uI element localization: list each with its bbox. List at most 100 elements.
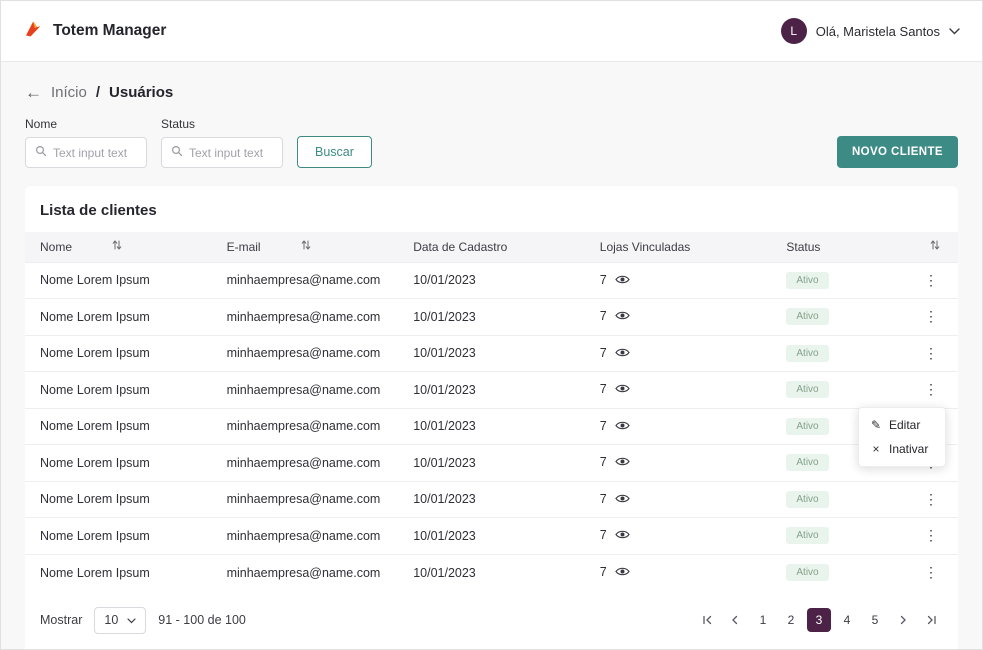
eye-icon[interactable] <box>615 420 630 434</box>
logo-icon <box>23 19 43 44</box>
card-title: Lista de clientes <box>25 186 958 232</box>
chevron-down-icon <box>127 613 136 627</box>
cell-data-cadastro: 10/01/2023 <box>398 554 585 591</box>
kebab-menu-icon[interactable]: ⋮ <box>924 381 938 397</box>
cell-email: minhaempresa@name.com <box>212 262 399 299</box>
cell-email: minhaempresa@name.com <box>212 299 399 336</box>
cell-nome: Nome Lorem Ipsum <box>25 481 212 518</box>
kebab-menu-icon[interactable]: ⋮ <box>924 564 938 580</box>
avatar: L <box>781 18 807 44</box>
cell-lojas: 7 <box>585 299 772 336</box>
next-page-button[interactable] <box>891 608 915 632</box>
column-header-lojas: Lojas Vinculadas <box>585 232 772 262</box>
cell-status: Ativo <box>771 335 911 372</box>
nome-filter-label: Nome <box>25 117 147 131</box>
eye-icon[interactable] <box>615 383 630 397</box>
buscar-button[interactable]: Buscar <box>297 136 372 168</box>
cell-nome: Nome Lorem Ipsum <box>25 335 212 372</box>
page-button[interactable]: 1 <box>751 608 775 632</box>
kebab-menu-icon[interactable]: ⋮ <box>924 491 938 507</box>
cell-status: Ativo <box>771 554 911 591</box>
cell-email: minhaempresa@name.com <box>212 518 399 555</box>
search-icon <box>171 144 183 162</box>
brand: Totem Manager <box>23 19 166 44</box>
filter-bar: Nome Status Buscar NOVO CLIENTE <box>25 117 958 168</box>
eye-icon[interactable] <box>615 310 630 324</box>
first-page-button[interactable] <box>695 608 719 632</box>
cell-email: minhaempresa@name.com <box>212 372 399 409</box>
cell-actions: ⋮ <box>911 372 958 409</box>
novo-cliente-button[interactable]: NOVO CLIENTE <box>837 136 958 168</box>
sort-icon[interactable] <box>301 239 311 254</box>
kebab-menu-icon[interactable]: ⋮ <box>924 308 938 324</box>
eye-icon[interactable] <box>615 274 630 288</box>
status-badge: Ativo <box>786 564 828 581</box>
breadcrumb-separator: / <box>96 84 100 101</box>
close-icon: × <box>870 442 882 456</box>
cell-status: Ativo <box>771 518 911 555</box>
user-menu[interactable]: L Olá, Maristela Santos <box>781 18 960 44</box>
page-button[interactable]: 4 <box>835 608 859 632</box>
table-row: Nome Lorem Ipsum minhaempresa@name.com 1… <box>25 518 958 555</box>
last-page-button[interactable] <box>919 608 943 632</box>
sort-icon[interactable] <box>112 239 122 254</box>
page-button[interactable]: 3 <box>807 608 831 632</box>
eye-icon[interactable] <box>615 493 630 507</box>
cell-nome: Nome Lorem Ipsum <box>25 554 212 591</box>
cell-data-cadastro: 10/01/2023 <box>398 445 585 482</box>
cell-status: Ativo <box>771 262 911 299</box>
page-button[interactable]: 5 <box>863 608 887 632</box>
cell-lojas: 7 <box>585 408 772 445</box>
table-row: Nome Lorem Ipsum minhaempresa@name.com 1… <box>25 299 958 336</box>
chevron-down-icon <box>949 22 960 40</box>
menu-item-editar[interactable]: ✎ Editar <box>859 413 945 437</box>
cell-lojas: 7 <box>585 335 772 372</box>
cell-lojas: 7 <box>585 554 772 591</box>
cell-data-cadastro: 10/01/2023 <box>398 335 585 372</box>
per-page-select[interactable]: 10 <box>94 607 146 634</box>
column-header-data-cadastro: Data de Cadastro <box>398 232 585 262</box>
nome-filter-field: Nome <box>25 117 147 168</box>
cell-data-cadastro: 10/01/2023 <box>398 481 585 518</box>
cell-status: Ativo <box>771 481 911 518</box>
cell-email: minhaempresa@name.com <box>212 335 399 372</box>
prev-page-button[interactable] <box>723 608 747 632</box>
nome-filter-input[interactable] <box>53 146 137 160</box>
kebab-menu-icon[interactable]: ⋮ <box>924 345 938 361</box>
column-header-nome[interactable]: Nome <box>25 232 212 262</box>
cell-data-cadastro: 10/01/2023 <box>398 408 585 445</box>
cell-actions: ⋮ <box>911 335 958 372</box>
kebab-menu-icon[interactable]: ⋮ <box>924 272 938 288</box>
kebab-menu-icon[interactable]: ⋮ <box>924 527 938 543</box>
status-badge: Ativo <box>786 308 828 325</box>
app-window: Totem Manager L Olá, Maristela Santos ← … <box>0 0 983 650</box>
cell-email: minhaempresa@name.com <box>212 408 399 445</box>
table-row: Nome Lorem Ipsum minhaempresa@name.com 1… <box>25 408 958 445</box>
table-row: Nome Lorem Ipsum minhaempresa@name.com 1… <box>25 372 958 409</box>
back-arrow-icon[interactable]: ← <box>25 84 42 101</box>
eye-icon[interactable] <box>615 566 630 580</box>
breadcrumb-inicio[interactable]: Início <box>51 84 87 101</box>
cell-actions: ⋮ <box>911 299 958 336</box>
eye-icon[interactable] <box>615 529 630 543</box>
cell-lojas: 7 <box>585 445 772 482</box>
main-content: ← Início / Usuários Nome Status <box>1 62 982 650</box>
cell-actions: ⋮ <box>911 554 958 591</box>
column-header-status: Status <box>771 232 911 262</box>
cell-actions: ⋮ <box>911 481 958 518</box>
page-button[interactable]: 2 <box>779 608 803 632</box>
table-row: Nome Lorem Ipsum minhaempresa@name.com 1… <box>25 445 958 482</box>
menu-item-inativar[interactable]: × Inativar <box>859 437 945 461</box>
column-header-actions[interactable] <box>911 232 958 262</box>
top-bar: Totem Manager L Olá, Maristela Santos <box>1 1 982 62</box>
status-filter-input[interactable] <box>189 146 273 160</box>
eye-icon[interactable] <box>615 456 630 470</box>
cell-actions: ⋮ <box>911 262 958 299</box>
column-header-email[interactable]: E-mail <box>212 232 399 262</box>
eye-icon[interactable] <box>615 347 630 361</box>
cell-nome: Nome Lorem Ipsum <box>25 408 212 445</box>
row-context-menu: ✎ Editar × Inativar <box>858 407 946 467</box>
status-badge: Ativo <box>786 381 828 398</box>
sort-icon[interactable] <box>930 240 940 254</box>
status-filter-label: Status <box>161 117 283 131</box>
